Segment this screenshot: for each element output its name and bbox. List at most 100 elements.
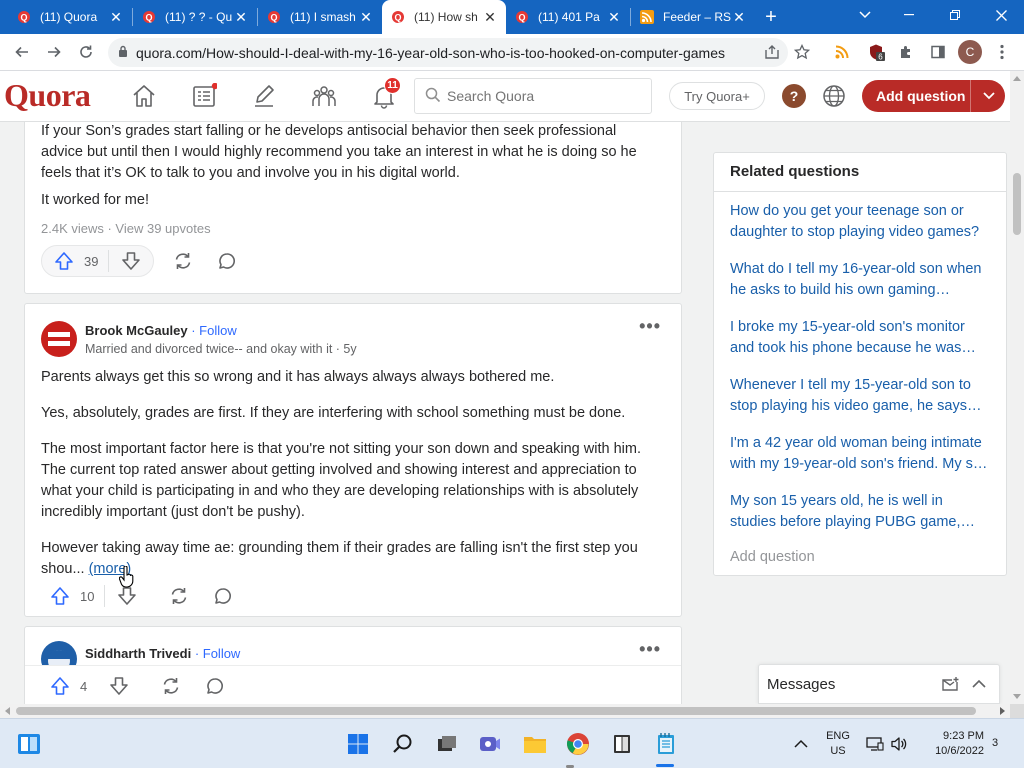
upvote-button[interactable]: 39 (42, 251, 108, 271)
comment-icon[interactable] (208, 581, 238, 611)
answer-pencil-icon[interactable] (249, 81, 279, 111)
tab-search-icon[interactable] (842, 0, 888, 30)
downvote-button[interactable] (109, 251, 153, 271)
widgets-icon[interactable] (16, 731, 42, 757)
related-question-link[interactable]: I broke my 15-year-old son's monitor and… (714, 317, 1006, 359)
compose-message-icon[interactable] (941, 676, 959, 697)
answer-stats[interactable]: 2.4K views · View 39 upvotes (41, 221, 211, 236)
home-icon[interactable] (129, 81, 159, 111)
language-indicator[interactable]: ENG US (822, 729, 854, 759)
search-input[interactable] (447, 88, 651, 104)
author-name[interactable]: Brook McGauley · Follow (85, 323, 237, 338)
vertical-scrollbar[interactable] (1010, 71, 1024, 704)
share-reload-icon[interactable] (164, 581, 194, 611)
close-icon[interactable]: ✕ (606, 9, 622, 26)
close-window-icon[interactable] (978, 0, 1024, 30)
bookmark-star-icon[interactable] (790, 40, 814, 64)
profile-avatar[interactable]: C (958, 40, 982, 64)
extension-badge: 6 (878, 53, 883, 62)
more-options-icon[interactable]: ••• (639, 639, 661, 660)
chrome-icon[interactable] (565, 731, 591, 757)
start-windows-icon[interactable] (345, 731, 371, 757)
close-icon[interactable]: ✕ (731, 9, 747, 26)
tab-5[interactable]: Q (11) 401 Pa ✕ (506, 0, 630, 34)
comment-icon[interactable] (212, 246, 242, 276)
upvote-button[interactable]: 10 (42, 586, 104, 606)
tab-2[interactable]: Q (11) ? ? - Qu ✕ (133, 0, 257, 34)
search-box[interactable] (414, 78, 652, 114)
scroll-down-icon[interactable] (1013, 694, 1021, 700)
forward-icon[interactable] (38, 36, 70, 68)
extensions-puzzle-icon[interactable] (894, 40, 918, 64)
scrollbar-thumb[interactable] (16, 707, 976, 715)
scroll-up-icon[interactable] (1013, 75, 1021, 81)
notification-count[interactable]: 3 (988, 736, 1002, 751)
avatar[interactable] (41, 321, 77, 357)
answer-text: Parents always get this so wrong and it … (41, 369, 555, 385)
close-icon[interactable]: ✕ (233, 9, 249, 26)
related-question-link[interactable]: My son 15 years old, he is well in studi… (714, 491, 1006, 533)
downvote-button[interactable] (97, 676, 141, 696)
new-tab-button[interactable]: + (755, 0, 787, 34)
reload-icon[interactable] (70, 36, 102, 68)
add-question-button[interactable]: Add question (862, 80, 1005, 112)
close-icon[interactable]: ✕ (108, 9, 124, 26)
browser-menu-icon[interactable] (990, 40, 1014, 64)
extension-shield-icon[interactable]: 6 (864, 40, 888, 64)
related-question-link[interactable]: I'm a 42 year old woman being intimate w… (714, 433, 1006, 475)
following-feed-icon[interactable] (189, 81, 219, 111)
horizontal-scrollbar[interactable] (0, 704, 1010, 718)
notepad-icon[interactable] (653, 731, 679, 757)
add-question-link[interactable]: Add question (714, 549, 1006, 565)
messages-panel[interactable]: Messages (758, 664, 1000, 704)
teams-chat-icon[interactable] (477, 731, 503, 757)
vote-group: 39 (41, 245, 155, 277)
share-icon[interactable] (760, 40, 784, 64)
scroll-right-icon[interactable] (1000, 707, 1006, 715)
search-icon[interactable] (390, 731, 416, 757)
rss-icon[interactable] (830, 40, 854, 64)
chevron-up-icon[interactable] (790, 731, 812, 757)
tab-1[interactable]: Q (11) Quora ✕ (8, 0, 132, 34)
side-panel-icon[interactable] (926, 40, 950, 64)
minimize-icon[interactable] (886, 0, 932, 30)
scroll-left-icon[interactable] (4, 707, 10, 715)
tab-3[interactable]: Q (11) I smash ✕ (258, 0, 382, 34)
try-quora-plus-button[interactable]: Try Quora+ (669, 82, 765, 110)
rss-icon (639, 9, 655, 25)
share-reload-icon[interactable] (156, 671, 186, 701)
task-view-icon[interactable] (434, 731, 460, 757)
quora-icon: Q (390, 9, 406, 25)
chevron-up-icon[interactable] (971, 677, 987, 696)
close-icon[interactable]: ✕ (482, 9, 498, 26)
tab-6[interactable]: Feeder – RS ✕ (631, 0, 755, 34)
restore-icon[interactable] (932, 0, 978, 30)
file-explorer-icon[interactable] (522, 731, 548, 757)
related-question-link[interactable]: How do you get your teenage son or daugh… (714, 201, 1006, 243)
follow-link[interactable]: · Follow (191, 323, 237, 338)
close-icon[interactable]: ✕ (358, 9, 374, 26)
network-icon[interactable] (864, 731, 886, 757)
volume-icon[interactable] (888, 731, 910, 757)
author-name[interactable]: Siddharth Trivedi · Follow (85, 646, 240, 661)
related-question-link[interactable]: Whenever I tell my 15-year-old son to st… (714, 375, 1006, 417)
clock[interactable]: 9:23 PM 10/6/2022 (918, 729, 984, 759)
more-options-icon[interactable]: ••• (639, 316, 661, 337)
share-reload-icon[interactable] (168, 246, 198, 276)
comment-icon[interactable] (200, 671, 230, 701)
svg-text:Q: Q (270, 13, 277, 23)
reader-app-icon[interactable] (609, 731, 635, 757)
scrollbar-thumb[interactable] (1013, 173, 1021, 235)
upvote-button[interactable]: 4 (42, 676, 97, 696)
answer-text: If your Son’s grades start falling or he… (41, 123, 637, 181)
tab-4-active[interactable]: Q (11) How sh ✕ (382, 0, 506, 34)
chevron-down-icon[interactable] (980, 86, 998, 107)
follow-link[interactable]: · Follow (195, 646, 241, 661)
spaces-icon[interactable] (309, 81, 339, 111)
back-icon[interactable] (6, 36, 38, 68)
language-globe-icon[interactable] (822, 84, 846, 108)
related-question-link[interactable]: What do I tell my 16-year-old son when h… (714, 259, 1006, 301)
address-bar[interactable]: quora.com/How-should-I-deal-with-my-16-y… (108, 38, 788, 67)
help-icon[interactable]: ? (782, 84, 806, 108)
quora-logo[interactable]: Quora (4, 77, 91, 114)
